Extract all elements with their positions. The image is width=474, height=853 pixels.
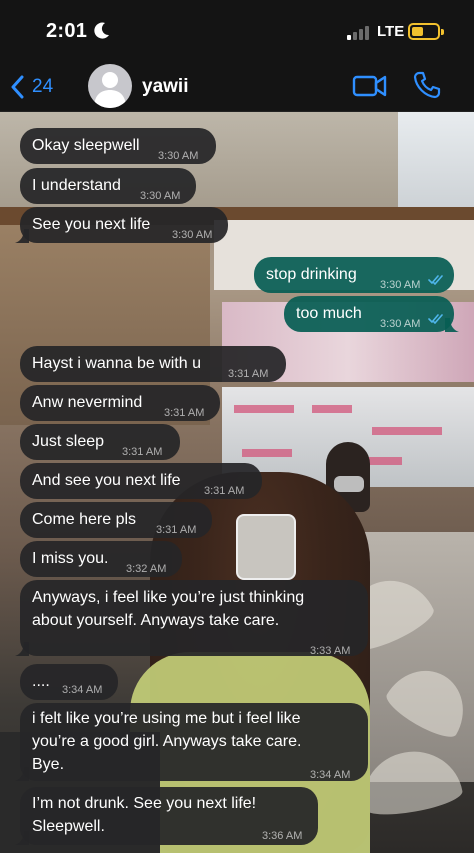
- message-text: Okay sleepwell: [32, 137, 140, 154]
- chevron-left-icon: [11, 75, 24, 99]
- message-bubble[interactable]: .... 3:34 AM: [20, 664, 118, 700]
- message-text-line: I’m not drunk. See you next life!: [32, 795, 257, 812]
- message-text-line: you’re a good girl. Anyways take care.: [32, 733, 302, 750]
- status-bar: 2:01 LTE: [0, 0, 474, 62]
- battery-icon: [408, 23, 444, 40]
- message-text: Come here pls: [32, 511, 137, 528]
- carrier-label: LTE: [377, 23, 405, 40]
- moon-icon: [94, 22, 109, 39]
- message-bubble[interactable]: i felt like you’re using me but i feel l…: [15, 703, 368, 781]
- video-camera-icon: [352, 75, 387, 97]
- message-timestamp: 3:31 AM: [204, 485, 245, 497]
- message-text: Hayst i wanna be with u: [32, 355, 201, 372]
- message-text: too much: [296, 305, 362, 322]
- message-bubble[interactable]: Come here pls 3:31 AM: [20, 502, 212, 538]
- message-bubble[interactable]: I understand 3:30 AM: [20, 168, 196, 204]
- message-bubble[interactable]: I’m not drunk. See you next life! Sleepw…: [15, 787, 318, 845]
- message-bubble[interactable]: Anyways, i feel like you’re just thinkin…: [15, 580, 368, 657]
- person-icon: [94, 72, 126, 108]
- read-receipt-icon: [428, 314, 443, 324]
- message-bubble[interactable]: See you next life 3:30 AM: [15, 207, 228, 243]
- back-button[interactable]: 24: [10, 70, 53, 104]
- message-text: Anw nevermind: [32, 394, 143, 411]
- status-time: 2:01: [46, 20, 88, 42]
- unread-count: 24: [32, 76, 54, 97]
- message-text-line: i felt like you’re using me but i feel l…: [32, 710, 301, 727]
- signal-strength-icon: [347, 26, 371, 40]
- message-timestamp: 3:30 AM: [172, 229, 213, 241]
- message-timestamp: 3:31 AM: [156, 524, 197, 536]
- message-timestamp: 3:30 AM: [140, 190, 181, 202]
- message-bubble[interactable]: Just sleep 3:31 AM: [20, 424, 180, 460]
- message-timestamp: 3:30 AM: [380, 318, 421, 330]
- message-bubble[interactable]: stop drinking 3:30 AM: [254, 257, 454, 293]
- message-timestamp: 3:36 AM: [262, 830, 303, 842]
- read-receipt-icon: [428, 275, 443, 285]
- message-text-line: Anyways, i feel like you’re just thinkin…: [32, 589, 305, 606]
- message-timestamp: 3:32 AM: [126, 563, 167, 575]
- message-bubble[interactable]: And see you next life 3:31 AM: [20, 463, 262, 499]
- message-text: stop drinking: [266, 266, 357, 283]
- message-timestamp: 3:31 AM: [228, 368, 269, 380]
- message-text: And see you next life: [32, 472, 181, 489]
- message-bubble[interactable]: Anw nevermind 3:31 AM: [20, 385, 220, 421]
- message-bubble[interactable]: I miss you. 3:32 AM: [20, 541, 182, 577]
- message-timestamp: 3:30 AM: [158, 150, 199, 162]
- message-timestamp: 3:30 AM: [380, 279, 421, 291]
- message-bubble[interactable]: Okay sleepwell 3:30 AM: [20, 128, 216, 164]
- message-text: Just sleep: [32, 433, 105, 450]
- message-text-line: about yourself. Anyways take care.: [32, 612, 280, 629]
- message-bubble[interactable]: too much 3:30 AM: [284, 296, 459, 332]
- phone-icon: [413, 71, 441, 99]
- message-text: ....: [32, 673, 50, 690]
- message-timestamp: 3:31 AM: [122, 446, 163, 458]
- avatar[interactable]: [88, 64, 132, 108]
- message-text-line: Bye.: [32, 756, 65, 773]
- message-timestamp: 3:34 AM: [310, 769, 351, 781]
- message-text: See you next life: [32, 216, 151, 233]
- message-timestamp: 3:34 AM: [62, 684, 103, 696]
- message-timestamp: 3:33 AM: [310, 645, 351, 657]
- voice-call-button[interactable]: [412, 70, 442, 100]
- message-bubble[interactable]: Hayst i wanna be with u 3:31 AM: [20, 346, 286, 382]
- contact-name[interactable]: yawii: [142, 76, 188, 98]
- message-text-line: Sleepwell.: [32, 818, 105, 835]
- video-call-button[interactable]: [352, 72, 388, 100]
- chat-header: 24 yawii: [0, 62, 474, 112]
- message-text: I miss you.: [32, 550, 109, 567]
- message-text: I understand: [32, 177, 121, 194]
- message-timestamp: 3:31 AM: [164, 407, 205, 419]
